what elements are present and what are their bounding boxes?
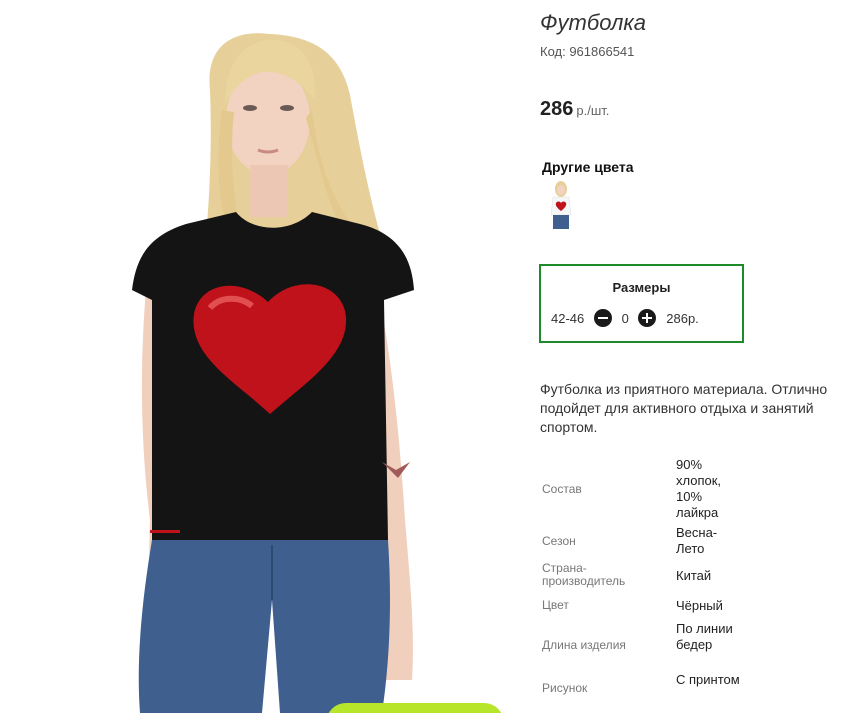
product-title: Футболка bbox=[540, 10, 646, 35]
spec-value: С принтом bbox=[676, 672, 740, 687]
spec-key: Рисунок bbox=[542, 681, 588, 695]
spec-value: По линии бедер bbox=[676, 621, 733, 652]
other-colors-title: Другие цвета bbox=[542, 159, 634, 175]
product-price: 286 р./шт. bbox=[540, 98, 609, 121]
color-variant-thumbnail-icon bbox=[550, 181, 572, 229]
product-photo bbox=[0, 0, 530, 713]
increase-quantity-button[interactable] bbox=[638, 309, 657, 327]
size-row: 42-46 0 286р. bbox=[551, 308, 699, 328]
add-to-cart-button[interactable] bbox=[326, 703, 504, 713]
spec-key: Сезон bbox=[542, 534, 576, 548]
price-value: 286 bbox=[540, 98, 574, 120]
size-label: 42-46 bbox=[551, 310, 585, 326]
spec-value: Чёрный bbox=[676, 598, 723, 613]
product-code: Код: 961866541 bbox=[540, 44, 635, 59]
product-info: Футболка Код: 961866541 286 р./шт. Другие… bbox=[538, 0, 861, 713]
spec-key: Состав bbox=[542, 482, 582, 496]
spec-key: Страна-производитель bbox=[542, 561, 626, 588]
minus-icon bbox=[598, 317, 609, 319]
plus-icon-vertical bbox=[646, 313, 649, 323]
product-photo-illustration bbox=[132, 33, 414, 713]
sizes-panel: Размеры 42-46 0 286р. bbox=[539, 264, 744, 343]
quantity-value: 0 bbox=[621, 310, 629, 326]
spec-value: Китай bbox=[676, 568, 712, 583]
spec-key: Длина изделия bbox=[542, 638, 626, 652]
price-unit: р./шт. bbox=[576, 103, 610, 118]
sizes-title: Размеры bbox=[612, 280, 671, 295]
size-price: 286р. bbox=[666, 310, 699, 326]
color-variant-thumbnail[interactable] bbox=[546, 181, 576, 231]
decrease-quantity-button[interactable] bbox=[594, 309, 613, 327]
spec-key: Цвет bbox=[542, 598, 569, 612]
spec-value: Весна-Лето bbox=[676, 525, 718, 556]
spec-value: 90% хлопок, 10% лайкра bbox=[676, 457, 722, 520]
product-description: Футболка из приятного материала. Отлично… bbox=[540, 381, 828, 435]
